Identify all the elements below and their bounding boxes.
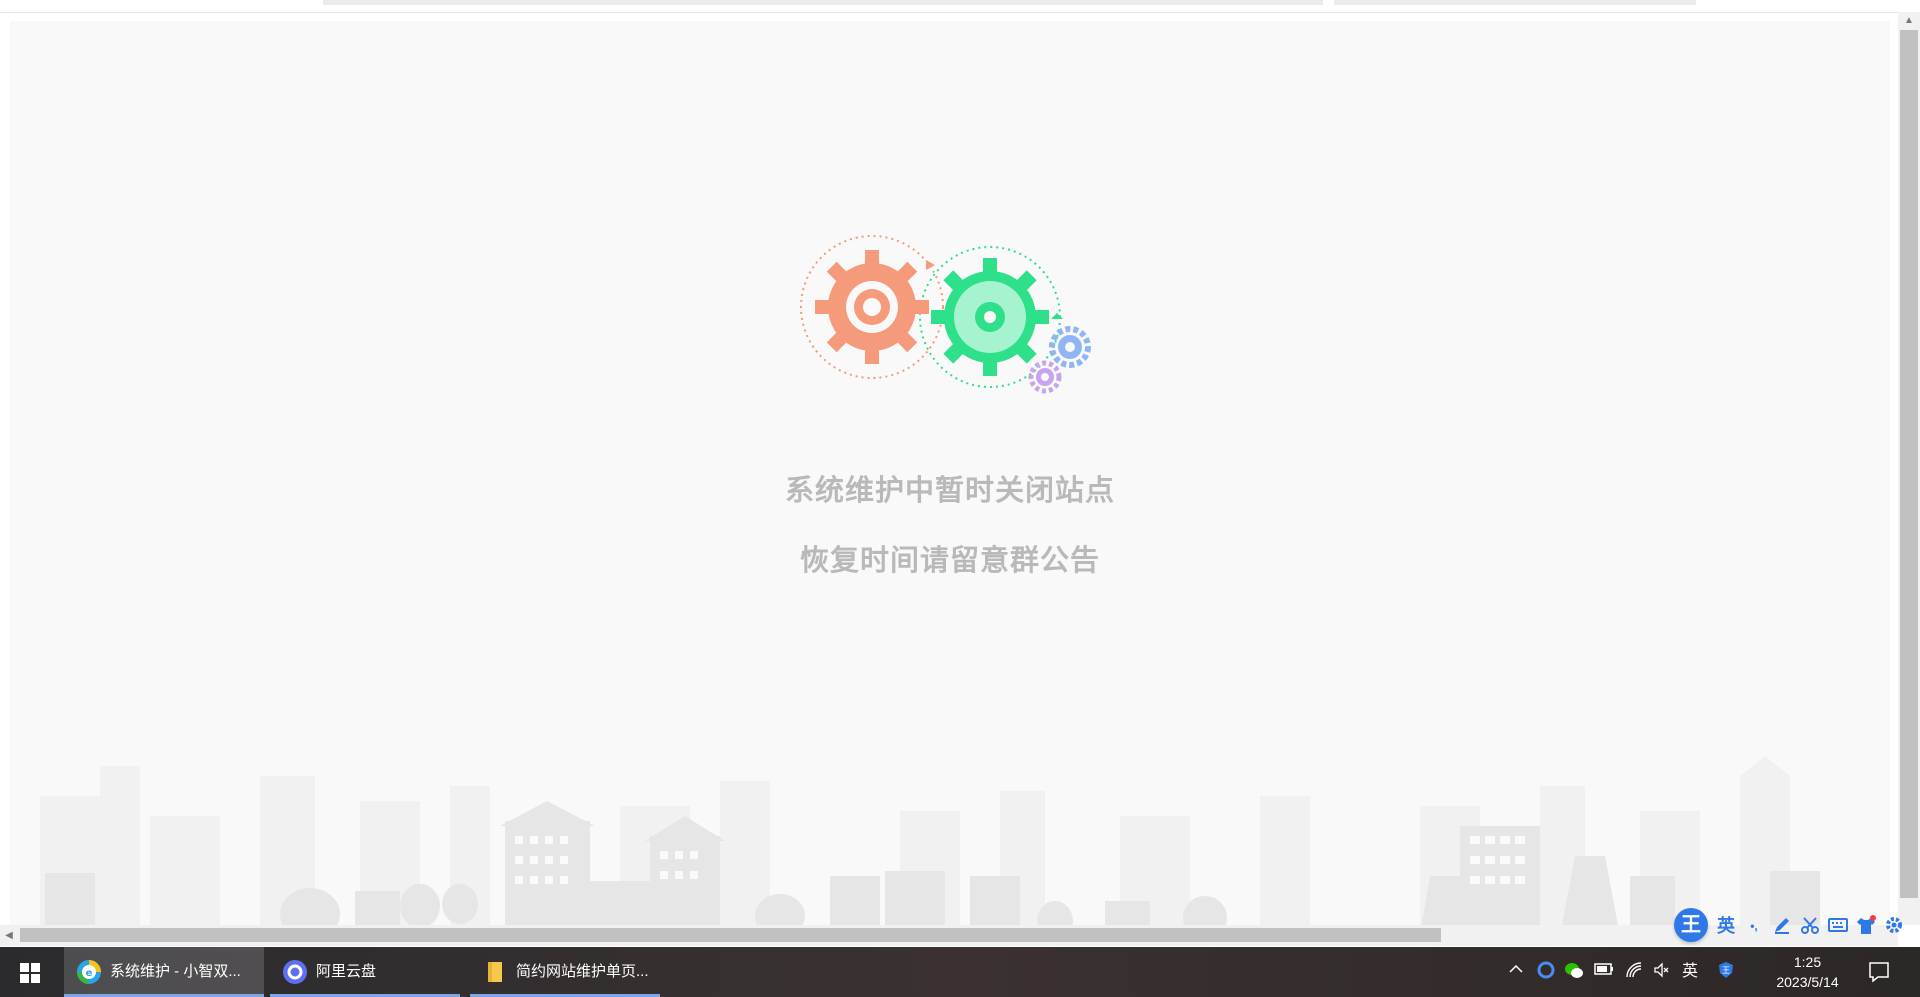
ime-tray-icon[interactable]: 王 (1715, 961, 1737, 983)
vertical-scrollbar-thumb[interactable] (1900, 30, 1918, 898)
taskbar-app-aliyun-drive[interactable]: 阿里云盘 (270, 947, 460, 997)
gear-small-blue (1049, 326, 1091, 368)
clock-date: 2023/5/14 (1776, 974, 1839, 990)
system-tray: 英 王 (1505, 947, 1755, 997)
cloud-sync-icon[interactable] (1535, 961, 1557, 983)
chevron-up-icon[interactable] (1505, 961, 1527, 983)
address-bar-segment[interactable] (323, 0, 1323, 5)
shirt-icon[interactable] (1854, 915, 1878, 937)
scroll-up-arrow-icon[interactable]: ▲ (1898, 12, 1920, 30)
maintenance-message-line1: 系统维护中暂时关闭站点 (784, 475, 1115, 507)
system-clock[interactable]: 1:25 2023/5/14 (1760, 947, 1855, 997)
start-button[interactable] (0, 947, 60, 997)
horizontal-scrollbar-thumb[interactable] (20, 928, 1441, 942)
gear-large-orange (815, 250, 929, 364)
city-skyline-illustration (40, 756, 1820, 926)
scroll-left-arrow-icon[interactable]: ◀ (0, 925, 18, 946)
taskbar-app-browser[interactable]: e 系统维护 - 小智双... (64, 947, 264, 997)
battery-icon[interactable] (1593, 961, 1615, 983)
taskbar-app-label: 简约网站维护单页... (516, 963, 649, 980)
clock-time: 1:25 (1793, 954, 1822, 970)
horizontal-scrollbar[interactable]: ◀ (0, 925, 1898, 946)
wifi-icon[interactable] (1623, 961, 1645, 983)
vertical-scrollbar[interactable]: ▲ (1898, 12, 1920, 925)
windows-logo-icon (20, 963, 40, 983)
ime-toolbar: 王 英 •, (1672, 908, 1920, 948)
gear-small-purple (1028, 360, 1062, 394)
keyboard-icon[interactable] (1826, 915, 1850, 937)
taskbar-app-folder[interactable]: 简约网站维护单页... (470, 947, 660, 997)
ime-punctuation-toggle[interactable]: •, (1742, 915, 1766, 937)
taskbar-app-label: 系统维护 - 小智双... (110, 963, 241, 980)
scissors-icon[interactable] (1798, 915, 1822, 937)
gear-icon[interactable] (1882, 915, 1906, 937)
windows-taskbar: e 系统维护 - 小智双... 阿里云盘 简约网站维护单页... 英 王 1:2… (0, 947, 1920, 997)
volume-muted-icon[interactable] (1651, 961, 1673, 983)
wechat-icon[interactable] (1563, 961, 1585, 983)
ime-language-toggle[interactable]: 英 (1714, 915, 1738, 937)
svg-text:e: e (86, 968, 93, 979)
browser-icon: e (77, 960, 101, 984)
gears-illustration (800, 235, 1091, 394)
input-language-indicator[interactable]: 英 (1679, 961, 1701, 983)
maintenance-message-line2: 恢复时间请留意群公告 (799, 545, 1100, 577)
ime-logo-icon[interactable]: 王 (1674, 908, 1708, 942)
aliyun-drive-icon (283, 960, 307, 984)
taskbar-app-label: 阿里云盘 (316, 963, 377, 980)
pen-icon[interactable] (1770, 915, 1794, 937)
browser-top-strip (0, 0, 1920, 13)
svg-text:王: 王 (1722, 966, 1730, 975)
toolbar-segment[interactable] (1334, 0, 1696, 5)
folder-icon (488, 962, 502, 982)
gear-large-green (931, 258, 1049, 376)
notification-center-icon[interactable] (1866, 959, 1892, 985)
